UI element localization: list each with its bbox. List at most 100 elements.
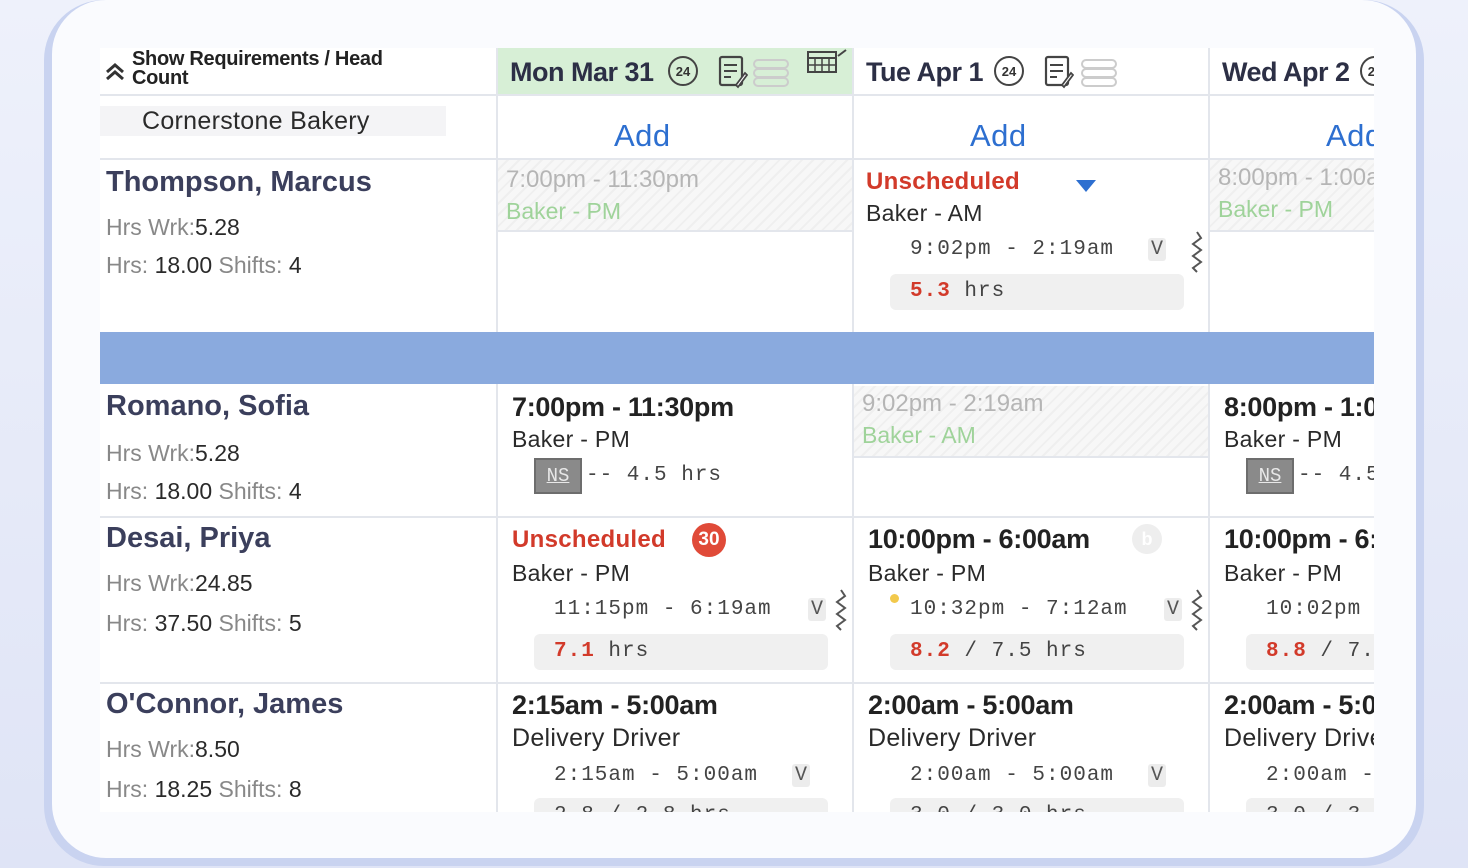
employee-marcus[interactable]: Thompson, Marcus Hrs Wrk:5.28 Hrs: 18.00… [100, 160, 496, 330]
hours-shifts: Hrs: 18.00 Shifts: 4 [106, 478, 302, 504]
day-label-tue: Tue Apr 1 [866, 57, 984, 87]
show-requirements-toggle[interactable]: Show Requirements / Head Count [100, 48, 446, 94]
shift-james-wed[interactable]: 2:00am - 5:00am Delivery Driver 2:00am -… [1210, 684, 1374, 812]
no-show-badge[interactable]: NS [534, 458, 582, 494]
split-marker-icon [1191, 589, 1203, 631]
notes-icon[interactable] [1044, 55, 1074, 89]
shift-marcus-mon[interactable]: 7:00pm - 11:30pm Baker - PM [498, 160, 852, 232]
hours-summary: 7.1 hrs [534, 634, 828, 670]
verified-badge[interactable]: V [1148, 764, 1167, 787]
hours-summary: 3.0 / 3.0 hrs [890, 798, 1184, 812]
split-marker-icon [1191, 231, 1203, 273]
stack-icon[interactable] [752, 58, 790, 88]
shift-sofia-tue[interactable]: 9:02pm - 2:19am Baker - AM [854, 386, 1208, 458]
calendar-grid-icon[interactable] [806, 48, 848, 74]
24-hour-icon[interactable]: 24 [994, 56, 1024, 86]
shift-marcus-wed[interactable]: 8:00pm - 1:00am Baker - PM [1210, 160, 1374, 232]
employee-name: O'Connor, James [106, 688, 344, 720]
shift-james-tue[interactable]: 2:00am - 5:00am Delivery Driver 2:00am -… [854, 684, 1208, 812]
24-hour-icon[interactable]: 24 [1360, 56, 1374, 86]
24-hour-icon[interactable]: 24 [668, 56, 698, 86]
shift-time: 2:00am - 5:00am [868, 690, 1074, 720]
hours-worked: Hrs Wrk:5.28 [106, 214, 240, 240]
location-label: Cornerstone Bakery [100, 106, 446, 136]
unscheduled-status: Unscheduled [512, 526, 666, 553]
shift-role: Baker - PM [512, 560, 631, 586]
add-label: Add [970, 118, 1027, 153]
hours-summary: 5.3 hrs [890, 274, 1184, 310]
hours-worked: Hrs Wrk:8.50 [106, 736, 240, 762]
alert-count-badge[interactable]: 30 [692, 523, 726, 557]
punch-times: 2:15am - 5:00am [554, 764, 759, 787]
notes-icon[interactable] [718, 55, 748, 89]
shift-marcus-tue[interactable]: Unscheduled Baker - AM 9:02pm - 2:19am V… [854, 160, 1208, 330]
shift-priya-mon[interactable]: Unscheduled 30 Baker - PM 11:15pm - 6:19… [498, 518, 852, 682]
shift-role: Baker - AM [866, 200, 983, 226]
verified-badge[interactable]: V [808, 598, 827, 621]
day-label-mon: Mon Mar 31 [510, 57, 654, 87]
hours-worked: Hrs Wrk:24.85 [106, 570, 253, 596]
shift-sofia-mon[interactable]: 7:00pm - 11:30pm Baker - PM NS -- 4.5 hr… [498, 386, 852, 516]
shift-time: 8:00pm - 1:00am [1224, 392, 1374, 422]
shift-time: 2:00am - 5:00am [1224, 690, 1374, 720]
row-divider [100, 94, 1374, 96]
add-shift-dropdown-tue[interactable]: Add [854, 96, 1208, 192]
add-label: Add [1326, 118, 1374, 153]
employee-sofia[interactable]: Romano, Sofia Hrs Wrk:5.28 Hrs: 18.00 Sh… [100, 386, 496, 516]
add-shift-dropdown-mon[interactable]: Add [498, 96, 852, 192]
no-show-badge[interactable]: NS [1246, 458, 1294, 494]
shift-time: 7:00pm - 11:30pm [512, 392, 734, 422]
verified-badge[interactable]: V [1148, 238, 1167, 261]
shift-role: Delivery Driver [1224, 724, 1374, 752]
add-shift-dropdown-wed[interactable]: Add [1210, 96, 1374, 158]
double-chevron-up-icon [106, 63, 124, 81]
hours-summary: 8.8 / 7.5 hrs [1246, 634, 1374, 670]
hours-shifts: Hrs: 18.00 Shifts: 4 [106, 252, 302, 278]
break-badge[interactable]: b [1132, 524, 1162, 554]
shift-priya-wed[interactable]: 10:00pm - 6:00am Baker - PM 10:02pm - 7:… [1210, 518, 1374, 682]
stack-icon[interactable] [1080, 58, 1118, 88]
day-header-wed[interactable]: Wed Apr 2 24 [1210, 48, 1374, 94]
hours-worked: Hrs Wrk:5.28 [106, 440, 240, 466]
employee-priya[interactable]: Desai, Priya Hrs Wrk:24.85 Hrs: 37.50 Sh… [100, 518, 496, 682]
schedule-grid: Show Requirements / Head Count Mon Mar 3… [100, 48, 1374, 812]
unscheduled-status: Unscheduled [866, 168, 1020, 195]
hours-summary: 3.0 / 3.0 hrs [1246, 798, 1374, 812]
hours-shifts: Hrs: 37.50 Shifts: 5 [106, 610, 302, 636]
verified-badge[interactable]: V [1164, 598, 1183, 621]
shift-james-mon[interactable]: 2:15am - 5:00am Delivery Driver 2:15am -… [498, 684, 852, 812]
shift-role: Baker - PM [1224, 560, 1343, 586]
split-marker-icon [835, 589, 847, 631]
hours-summary: 8.2 / 7.5 hrs [890, 634, 1184, 670]
show-requirements-label: Show Requirements / Head Count [132, 48, 383, 89]
shift-role: Baker - AM [862, 422, 976, 448]
shift-time: 9:02pm - 2:19am [862, 390, 1044, 417]
add-label: Add [614, 118, 671, 153]
day-header-tue[interactable]: Tue Apr 1 24 [854, 48, 1208, 94]
day-label-wed: Wed Apr 2 [1222, 57, 1350, 87]
shift-role: Baker - PM [512, 426, 631, 452]
shift-sofia-wed[interactable]: 8:00pm - 1:00am Baker - PM NS -- 4.5 hrs [1210, 386, 1374, 516]
verified-badge[interactable]: V [792, 764, 811, 787]
group-separator-band [100, 332, 1374, 384]
shift-role: Baker - PM [506, 198, 622, 224]
hours-summary: 2.8 / 2.8 hrs [534, 798, 828, 812]
shift-time: 2:15am - 5:00am [512, 690, 718, 720]
punch-times: 10:32pm - 7:12am [910, 598, 1128, 621]
shift-role: Baker - PM [1218, 196, 1334, 222]
shift-role: Baker - PM [868, 560, 987, 586]
shift-time: 10:00pm - 6:00am [868, 524, 1090, 554]
day-header-mon[interactable]: Mon Mar 31 24 [498, 48, 852, 94]
employee-name: Desai, Priya [106, 522, 271, 554]
punch-times: 9:02pm - 2:19am [910, 238, 1115, 261]
shift-time: 8:00pm - 1:00am [1218, 164, 1374, 191]
employee-james[interactable]: O'Connor, James Hrs Wrk:8.50 Hrs: 18.25 … [100, 684, 496, 812]
punch-times: 10:02pm - 7:02am [1266, 598, 1374, 621]
employee-name: Romano, Sofia [106, 390, 310, 422]
punch-times: 2:00am - 5:00am [910, 764, 1115, 787]
punch-times: 2:00am - 5:00am [1266, 764, 1374, 787]
status-dot-icon [890, 594, 899, 603]
shift-priya-tue[interactable]: 10:00pm - 6:00am b Baker - PM 10:32pm - … [854, 518, 1208, 682]
app-card: Show Requirements / Head Count Mon Mar 3… [52, 0, 1416, 858]
shift-role: Delivery Driver [512, 724, 681, 752]
